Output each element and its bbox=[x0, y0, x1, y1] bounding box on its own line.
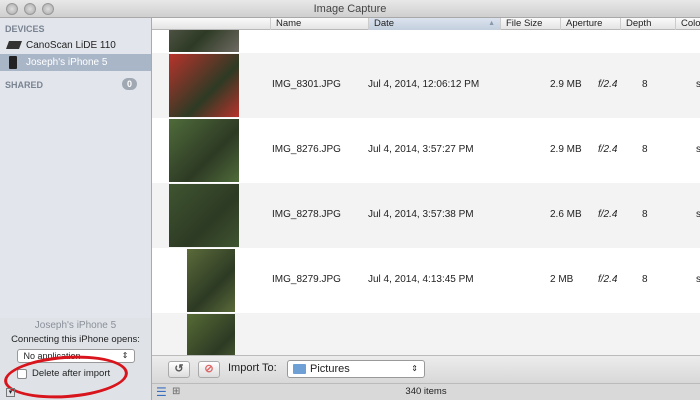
column-date[interactable]: Date ▲ bbox=[368, 18, 500, 30]
cell-date: Jul 4, 2014, 3:57:27 PM bbox=[368, 144, 474, 155]
connecting-label: Connecting this iPhone opens: bbox=[11, 334, 140, 345]
table-row[interactable]: IMG_8278.JPG Jul 4, 2014, 3:57:38 PM 2.6 M… bbox=[152, 183, 700, 248]
cell-name: IMG_8279.JPG bbox=[272, 274, 341, 285]
table-row[interactable]: IMG_8301.JPG Jul 4, 2014, 12:06:12 PM 2.9 … bbox=[152, 53, 700, 118]
item-count: 340 items bbox=[405, 386, 447, 397]
thumbnail[interactable] bbox=[169, 54, 239, 117]
device-label: CanoScan LiDE 110 bbox=[26, 40, 116, 51]
column-depth[interactable]: Depth bbox=[620, 18, 675, 30]
cell-color: s bbox=[696, 79, 700, 90]
cell-color: s bbox=[696, 144, 700, 155]
device-settings-panel: Joseph's iPhone 5 Connecting this iPhone… bbox=[0, 318, 151, 400]
title-bar: Image Capture bbox=[0, 0, 700, 18]
close-button[interactable] bbox=[6, 3, 18, 15]
cell-size: 2.9 MB bbox=[550, 79, 582, 90]
app-select-value: No application bbox=[23, 351, 81, 361]
app-select[interactable]: No application ⇕ bbox=[16, 349, 135, 363]
scanner-icon bbox=[6, 41, 22, 49]
table-row[interactable]: IMG_8276.JPG Jul 4, 2014, 3:57:27 PM 2.9 M… bbox=[152, 118, 700, 183]
column-date-label: Date bbox=[374, 18, 395, 29]
table-row[interactable]: IMG_8275.JPGJul 4, 2014, 11:26:17 PM3 MB… bbox=[152, 30, 700, 53]
thumbnail[interactable] bbox=[169, 184, 239, 247]
thumbnail[interactable] bbox=[187, 249, 235, 312]
cell-name: IMG_8301.JPG bbox=[272, 79, 341, 90]
sidebar-item-iphone[interactable]: Joseph's iPhone 5 bbox=[0, 54, 151, 71]
table-row[interactable] bbox=[152, 313, 700, 355]
image-list[interactable]: IMG_8275.JPGJul 4, 2014, 11:26:17 PM3 MB… bbox=[152, 30, 700, 355]
device-name: Joseph's iPhone 5 bbox=[34, 320, 117, 331]
cell-depth: 8 bbox=[642, 274, 648, 285]
import-toolbar: ↺ ⊘ Import To: Pictures ⇕ bbox=[152, 355, 700, 383]
table-row[interactable]: IMG_8279.JPG Jul 4, 2014, 4:13:45 PM 2 MB f… bbox=[152, 248, 700, 313]
cell-depth: 8 bbox=[642, 79, 648, 90]
devices-header: DEVICES bbox=[5, 24, 45, 34]
column-file-size[interactable]: File Size bbox=[500, 18, 560, 30]
thumbnail[interactable] bbox=[187, 314, 235, 355]
window-controls[interactable] bbox=[6, 3, 54, 15]
rotate-button[interactable]: ↺ bbox=[168, 361, 190, 378]
cell-depth: 8 bbox=[642, 144, 648, 155]
cell-name: IMG_8276.JPG bbox=[272, 144, 341, 155]
cell-date: Jul 4, 2014, 4:13:45 PM bbox=[368, 274, 474, 285]
cell-aperture: f/2.4 bbox=[598, 274, 618, 285]
chevron-updown-icon: ⇕ bbox=[411, 364, 418, 373]
column-header: Name Date ▲ File Size Aperture Depth Colo… bbox=[152, 18, 700, 30]
list-view-icon[interactable]: ☰ bbox=[156, 384, 167, 400]
cell-size: 2.9 MB bbox=[550, 144, 582, 155]
cell-color: s bbox=[696, 274, 700, 285]
destination-value: Pictures bbox=[310, 363, 350, 375]
chevron-updown-icon: ⇕ bbox=[121, 351, 129, 360]
minimize-button[interactable] bbox=[24, 3, 36, 15]
cell-depth: 8 bbox=[642, 209, 648, 220]
cell-aperture: f/2.4 bbox=[598, 144, 618, 155]
device-label: Joseph's iPhone 5 bbox=[26, 57, 108, 68]
import-destination-select[interactable]: Pictures ⇕ bbox=[287, 360, 425, 378]
import-to-label: Import To: bbox=[228, 362, 277, 374]
column-color[interactable]: Color bbox=[675, 18, 700, 30]
grid-view-icon[interactable]: ⊞ bbox=[172, 384, 180, 400]
folder-icon bbox=[293, 364, 306, 374]
sort-ascending-icon: ▲ bbox=[488, 20, 495, 27]
zoom-button[interactable] bbox=[42, 3, 54, 15]
cell-size: 2 MB bbox=[550, 274, 574, 285]
checkbox-label: Delete after import bbox=[32, 368, 111, 379]
column-name[interactable]: Name bbox=[270, 18, 368, 30]
status-bar: ☰ ⊞ 340 items bbox=[152, 383, 700, 400]
cell-aperture: f/2.4 bbox=[598, 79, 618, 90]
sidebar-item-canoscan[interactable]: CanoScan LiDE 110 bbox=[0, 37, 151, 54]
cell-name: IMG_8278.JPG bbox=[272, 209, 341, 220]
cell-aperture: f/2.4 bbox=[598, 209, 618, 220]
thumbnail[interactable] bbox=[169, 119, 239, 182]
cell-color: s bbox=[696, 209, 700, 220]
cell-size: 2.6 MB bbox=[550, 209, 582, 220]
disclosure-icon[interactable]: ▾ bbox=[6, 388, 15, 397]
delete-after-import-checkbox[interactable]: Delete after import bbox=[17, 368, 151, 379]
sidebar: DEVICES CanoScan LiDE 110 Joseph's iPhon… bbox=[0, 18, 152, 400]
column-aperture[interactable]: Aperture bbox=[560, 18, 620, 30]
window-title: Image Capture bbox=[313, 3, 387, 15]
shared-count-badge: 0 bbox=[121, 78, 137, 90]
thumbnail[interactable] bbox=[169, 30, 239, 52]
iphone-icon bbox=[9, 56, 17, 69]
cell-date: Jul 4, 2014, 12:06:12 PM bbox=[368, 79, 480, 90]
delete-button[interactable]: ⊘ bbox=[198, 361, 220, 378]
checkbox-box[interactable] bbox=[17, 368, 27, 379]
cell-date: Jul 4, 2014, 3:57:38 PM bbox=[368, 209, 474, 220]
